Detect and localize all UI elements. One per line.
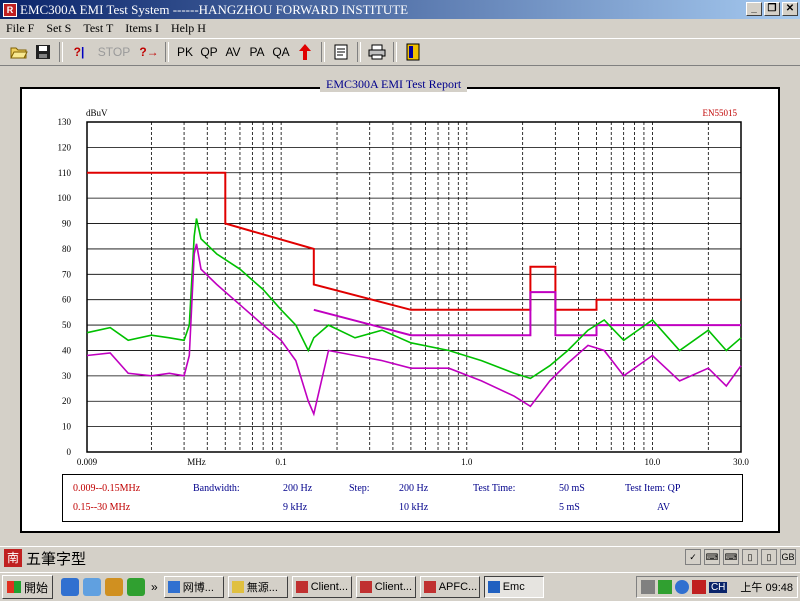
minimize-button[interactable]: _: [746, 2, 762, 16]
save-button[interactable]: [32, 41, 54, 63]
app-icon[interactable]: R: [3, 2, 17, 17]
red-up-arrow-icon: [299, 44, 311, 60]
toolbar-separator: [321, 42, 325, 62]
test-item-label: Test Item: QP: [625, 483, 681, 494]
panel-icon[interactable]: ▯: [761, 549, 777, 565]
start-button[interactable]: 開始: [2, 575, 54, 599]
globe-icon[interactable]: [674, 580, 689, 594]
arrow-up-icon[interactable]: [657, 580, 672, 594]
task-button-6[interactable]: Emc: [483, 576, 544, 598]
test-item-value-2: AV: [657, 502, 671, 513]
menu-bar: File F Set S Test T Items I Help H: [0, 19, 800, 37]
folder-icon: [231, 581, 244, 593]
start-label: 開始: [24, 580, 49, 595]
menu-help[interactable]: Help H: [165, 21, 212, 36]
ime-bar: 南 五筆字型 ✓ ⌨ ⌨ ▯ ▯ GB: [0, 546, 800, 569]
range1-label: 0.009--0.15MHz: [73, 483, 141, 494]
step-value-2: 10 kHz: [399, 502, 429, 513]
pa-button[interactable]: PA: [246, 41, 268, 63]
gb-icon[interactable]: GB: [780, 549, 796, 565]
windows-flag-icon: [7, 581, 21, 593]
task-button-1[interactable]: 网博...: [163, 576, 224, 598]
desktop-icon[interactable]: [83, 578, 102, 596]
step-value-1: 200 Hz: [399, 483, 429, 494]
title-bar: R EMC300A EMI Test System ------HANGZHOU…: [0, 0, 800, 19]
floppy-disk-icon: [36, 45, 50, 59]
toolbar-separator: [393, 42, 397, 62]
bandwidth-label: Bandwidth:: [193, 483, 240, 494]
task-button-3[interactable]: Client...: [291, 576, 352, 598]
menu-items[interactable]: Items I: [119, 21, 165, 36]
window-icon: [167, 581, 180, 593]
open-button[interactable]: [8, 41, 30, 63]
emc-icon: [487, 581, 500, 593]
up-button[interactable]: [294, 41, 316, 63]
menu-set[interactable]: Set S: [40, 21, 77, 36]
checkbox-icon[interactable]: ✓: [685, 549, 701, 565]
restore-button[interactable]: ❐: [764, 2, 780, 16]
report-frame: [20, 87, 780, 533]
folder-open-icon: [10, 47, 28, 59]
document-icon: [334, 44, 348, 60]
language-indicator[interactable]: CH: [708, 581, 728, 593]
taskbar: 開始 » 网博... 無源... Client... Client... APF…: [0, 572, 800, 601]
task-button-2[interactable]: 無源...: [227, 576, 288, 598]
toolbar-separator: [59, 42, 63, 62]
task-button-4[interactable]: Client...: [355, 576, 416, 598]
report-title: EMC300A EMI Test Report: [320, 77, 468, 92]
report-panel: EMC300A EMI Test Report: [0, 67, 800, 539]
help-button[interactable]: ? |: [68, 41, 90, 63]
speaker-icon[interactable]: [640, 580, 655, 594]
ime-text[interactable]: 五筆字型: [26, 548, 86, 569]
stop-button[interactable]: STOP: [92, 41, 136, 63]
report-button[interactable]: [330, 41, 352, 63]
window-icon: [423, 581, 436, 593]
task-button-5[interactable]: APFC...: [419, 576, 480, 598]
clock: 上午 09:48: [740, 582, 793, 594]
ime-logo-icon[interactable]: 南: [4, 549, 22, 567]
ie-icon[interactable]: [61, 578, 80, 596]
bandwidth-value-2: 9 kHz: [283, 502, 308, 513]
range2-label: 0.15--30 MHz: [73, 502, 131, 513]
shield-icon[interactable]: [105, 578, 124, 596]
menu-test[interactable]: Test T: [77, 21, 119, 36]
window-icon: [295, 581, 308, 593]
bandwidth-value-1: 200 Hz: [283, 483, 313, 494]
printer-icon: [368, 44, 386, 60]
test-time-label: Test Time:: [473, 483, 516, 494]
arrow-up-icon[interactable]: [127, 578, 146, 596]
more-icon[interactable]: »: [151, 580, 158, 594]
pk-button[interactable]: PK: [174, 41, 196, 63]
panel-icon[interactable]: ▯: [742, 549, 758, 565]
exit-door-icon: [406, 43, 420, 61]
system-tray: CH 上午 09:48: [635, 576, 798, 598]
qp-button[interactable]: QP: [198, 41, 220, 63]
qa-button[interactable]: QA: [270, 41, 292, 63]
toolbar: ? | STOP ?→ PK QP AV PA QA: [0, 38, 800, 66]
keyboard-icon[interactable]: ⌨: [704, 549, 720, 565]
test-info-box: 0.009--0.15MHz 0.15--30 MHz Bandwidth: 2…: [62, 474, 743, 522]
test-time-value-2: 5 mS: [559, 502, 580, 513]
step-label: Step:: [349, 483, 370, 494]
window-title: EMC300A EMI Test System ------HANGZHOU F…: [20, 1, 409, 17]
ime-logo-icon[interactable]: [691, 580, 706, 594]
close-button[interactable]: ✕: [782, 2, 798, 16]
whats-this-button[interactable]: ?→: [138, 41, 160, 63]
av-button[interactable]: AV: [222, 41, 244, 63]
print-button[interactable]: [366, 41, 388, 63]
keyboard-icon[interactable]: ⌨: [723, 549, 739, 565]
toolbar-separator: [165, 42, 169, 62]
toolbar-separator: [357, 42, 361, 62]
test-time-value-1: 50 mS: [559, 483, 585, 494]
menu-file[interactable]: File F: [0, 21, 40, 36]
window-icon: [359, 581, 372, 593]
exit-button[interactable]: [402, 41, 424, 63]
